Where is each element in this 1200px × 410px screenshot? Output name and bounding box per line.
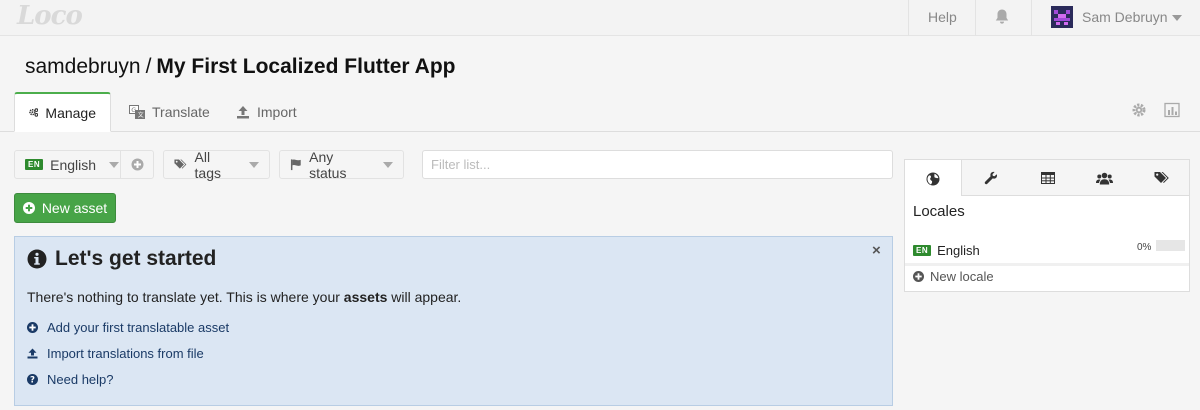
breadcrumb-separator: / [145, 55, 152, 78]
getting-started-description: There's nothing to translate yet. This i… [27, 289, 461, 305]
tab-manage-label: Manage [45, 104, 96, 121]
side-tab-table[interactable] [1019, 160, 1076, 196]
getting-started-title: Let's get started [27, 247, 216, 271]
tags-icon [174, 159, 187, 169]
breadcrumb-project: My First Localized Flutter App [156, 55, 456, 78]
info-icon [27, 249, 47, 269]
import-translations-link-label: Import translations from file [47, 346, 204, 361]
side-tab-locales[interactable] [905, 160, 962, 197]
locales-panel-body: Locales EN English 0% New locale [905, 196, 1189, 291]
tab-import-label: Import [257, 104, 297, 120]
side-tab-settings[interactable] [962, 160, 1019, 196]
loco-logo[interactable]: Loco [17, 1, 83, 31]
getting-started-panel: Let's get started × There's nothing to t… [14, 236, 893, 406]
wrench-icon [984, 171, 997, 185]
new-locale-label: New locale [930, 269, 994, 284]
tags-dropdown[interactable]: All tags [163, 148, 270, 181]
locale-dropdown-label: English [50, 156, 97, 173]
add-asset-link-label: Add your first translatable asset [47, 320, 230, 335]
new-asset-label: New asset [41, 200, 108, 216]
chevron-down-icon [383, 161, 393, 168]
question-circle-icon: ? [27, 374, 38, 385]
chevron-down-icon[interactable] [1172, 15, 1182, 21]
need-help-link-label: Need help? [47, 372, 114, 387]
need-help-link[interactable]: ? Need help? [27, 372, 114, 387]
tab-translate-label: Translate [152, 104, 210, 120]
plus-circle-icon [27, 322, 38, 333]
status-dropdown-label: Any status [309, 148, 347, 181]
upload-icon [27, 348, 38, 359]
filter-input[interactable] [422, 150, 893, 179]
add-asset-link[interactable]: Add your first translatable asset [27, 320, 229, 335]
description-text-after: will appear. [387, 289, 462, 305]
navbar-divider [975, 0, 976, 36]
side-panel-tabs [905, 160, 1190, 197]
add-locale-button[interactable] [120, 150, 154, 179]
locale-name: English [937, 242, 980, 258]
locale-progress-bar [1156, 240, 1185, 251]
navbar-divider [908, 0, 909, 36]
user-name[interactable]: Sam Debruyn [1082, 9, 1168, 25]
tab-translate[interactable]: G 文 Translate [115, 92, 224, 132]
page-title: samdebruyn / My First Localized Flutter Ap… [25, 55, 455, 79]
avatar[interactable] [1051, 6, 1073, 28]
upload-icon [237, 106, 249, 119]
tab-import[interactable]: Import [222, 92, 311, 132]
import-translations-link[interactable]: Import translations from file [27, 346, 204, 361]
navbar-divider [1031, 0, 1032, 36]
close-icon[interactable]: × [872, 242, 881, 259]
locale-badge: EN [25, 159, 44, 170]
svg-text:G: G [131, 106, 136, 114]
new-locale-link[interactable]: New locale [913, 269, 994, 284]
users-icon [1096, 172, 1113, 184]
locales-title: Locales [913, 203, 965, 220]
flag-icon [290, 159, 301, 171]
locale-badge: EN [913, 244, 932, 256]
description-text-bold: assets [343, 289, 388, 305]
locale-dropdown[interactable]: EN English [14, 150, 121, 179]
side-tab-users[interactable] [1076, 160, 1133, 196]
tags-dropdown-label: All tags [194, 148, 222, 181]
tags-icon [1154, 172, 1169, 183]
plus-circle-icon [22, 202, 35, 214]
table-icon [1040, 172, 1055, 184]
bell-icon[interactable] [994, 8, 1010, 26]
translate-icon: G 文 [129, 105, 145, 119]
description-text-before: There's nothing to translate yet. This i… [27, 289, 344, 305]
chevron-down-icon [109, 161, 120, 168]
side-tab-tags[interactable] [1133, 160, 1190, 196]
status-dropdown[interactable]: Any status [279, 148, 404, 181]
bar-chart-icon[interactable] [1164, 102, 1180, 118]
svg-text:?: ? [30, 376, 35, 385]
globe-icon [926, 172, 940, 185]
plus-circle-icon [913, 271, 924, 282]
help-link[interactable]: Help [928, 9, 957, 25]
chevron-down-icon [249, 161, 259, 168]
tab-manage[interactable]: Manage [14, 92, 111, 132]
getting-started-title-text: Let's get started [55, 247, 217, 270]
svg-text:文: 文 [138, 111, 144, 119]
locales-side-panel: Locales EN English 0% New locale [904, 159, 1190, 292]
top-navbar: Loco Help Sam Debruyn [0, 0, 1200, 36]
locales-divider [905, 263, 1189, 266]
breadcrumb-owner[interactable]: samdebruyn [25, 55, 141, 78]
new-asset-button[interactable]: New asset [14, 193, 116, 223]
gear-icon[interactable] [1131, 102, 1147, 118]
plus-circle-icon [131, 158, 143, 171]
locale-progress-text: 0% [1137, 242, 1152, 253]
gears-icon [29, 108, 39, 117]
